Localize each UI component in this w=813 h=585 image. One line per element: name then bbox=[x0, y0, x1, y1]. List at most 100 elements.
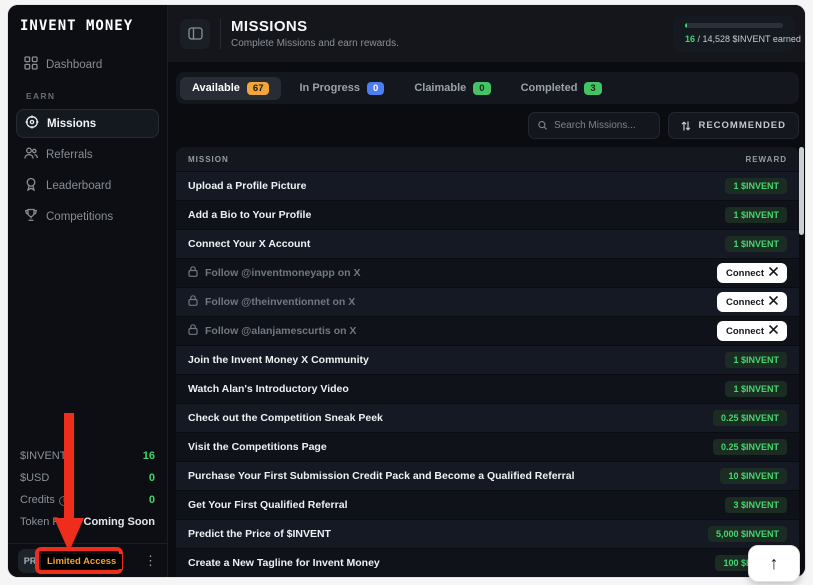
header-divider bbox=[220, 19, 221, 49]
reward-badge: 1 $INVENT bbox=[725, 381, 787, 397]
sort-label: RECOMMENDED bbox=[698, 120, 786, 131]
main-area: MISSIONS Complete Missions and earn rewa… bbox=[168, 5, 805, 577]
people-icon bbox=[24, 146, 38, 163]
stat-label: Creditsi bbox=[20, 494, 69, 506]
search-box[interactable] bbox=[528, 112, 660, 139]
table-header: MISSION REWARD bbox=[176, 147, 799, 171]
mission-row[interactable]: Follow @inventmoneyapp on X Connect bbox=[176, 258, 799, 287]
limited-access-badge: Limited Access bbox=[41, 554, 122, 569]
reward-badge: 3 $INVENT bbox=[725, 497, 787, 513]
trophy-icon bbox=[24, 208, 38, 225]
mission-title: Follow @theinventionnet on X bbox=[188, 295, 355, 309]
reward-badge: 1 $INVENT bbox=[725, 178, 787, 194]
mission-row[interactable]: Add a Bio to Your Profile1 $INVENT bbox=[176, 200, 799, 229]
earn-section-label: EARN bbox=[26, 91, 159, 101]
target-icon bbox=[25, 115, 39, 132]
missions-table: MISSION REWARD Upload a Profile Picture 1… bbox=[176, 147, 799, 577]
sidebar: INVENT MONEY DashboardEARNMissionsReferr… bbox=[8, 5, 168, 577]
sidebar-item-label: Dashboard bbox=[46, 59, 102, 71]
mission-title: Purchase Your First Submission Credit Pa… bbox=[188, 470, 575, 482]
sidebar-item-label: Referrals bbox=[46, 149, 93, 161]
up-arrow-icon: ↑ bbox=[770, 553, 779, 574]
sidebar-item-dashboard[interactable]: Dashboard bbox=[16, 50, 159, 79]
reward-badge: 5,000 $INVENT bbox=[708, 526, 787, 542]
mission-title: Check out the Competition Sneak Peek bbox=[188, 412, 383, 424]
stat-row: $INVENT 16 bbox=[20, 445, 155, 467]
reward-badge: 1 $INVENT bbox=[725, 236, 787, 252]
mission-title: Watch Alan's Introductory Video bbox=[188, 383, 349, 395]
page-header: MISSIONS Complete Missions and earn rewa… bbox=[168, 5, 805, 62]
earned-text: 16 / 14,528 $INVENT earned bbox=[685, 34, 783, 44]
scrollbar-thumb[interactable] bbox=[799, 147, 804, 235]
panel-icon bbox=[188, 27, 203, 40]
x-logo-icon bbox=[769, 267, 778, 279]
stat-value: 16 bbox=[143, 450, 155, 462]
stat-row: Creditsi0 bbox=[20, 489, 155, 511]
column-reward: REWARD bbox=[745, 155, 787, 164]
mission-tabs: Available 67 In Progress0 Claimable 0 Complet… bbox=[176, 72, 799, 104]
mission-title: Join the Invent Money X Community bbox=[188, 354, 369, 366]
tab-completed[interactable]: Completed3 bbox=[509, 77, 614, 100]
tab-in-progress[interactable]: In Progress0 bbox=[287, 77, 396, 100]
mission-title: Follow @alanjamescurtis on X bbox=[188, 324, 356, 338]
stat-label: $INVENT bbox=[20, 450, 66, 462]
sidebar-toggle-button[interactable] bbox=[180, 19, 210, 49]
search-input[interactable] bbox=[554, 120, 651, 131]
connect-x-button[interactable]: Connect bbox=[717, 321, 787, 341]
x-logo-icon bbox=[769, 296, 778, 308]
mission-row[interactable]: Predict the Price of $INVENT5,000 $INVEN… bbox=[176, 519, 799, 548]
connect-x-button[interactable]: Connect bbox=[717, 263, 787, 283]
scroll-to-top-button[interactable]: ↑ bbox=[748, 545, 800, 582]
stat-row: $USD0 bbox=[20, 467, 155, 489]
earned-progress-bar bbox=[685, 23, 783, 28]
mission-row[interactable]: Upload a Profile Picture 1 $INVENT bbox=[176, 171, 799, 200]
connect-x-button[interactable]: Connect bbox=[717, 292, 787, 312]
mission-title: Upload a Profile Picture bbox=[188, 180, 306, 192]
mission-row[interactable]: Create a New Tagline for Invent Money100… bbox=[176, 548, 799, 577]
annotation-arrow-shaft bbox=[64, 413, 74, 519]
x-logo-icon bbox=[769, 325, 778, 337]
mission-row[interactable]: Join the Invent Money X Community 1 $INVE… bbox=[176, 345, 799, 374]
mission-row[interactable]: Follow @theinventionnet on X Connect bbox=[176, 287, 799, 316]
sort-recommended-button[interactable]: RECOMMENDED bbox=[668, 112, 799, 139]
tab-label: In Progress bbox=[299, 82, 360, 94]
reward-badge: 10 $INVENT bbox=[720, 468, 787, 484]
sidebar-item-label: Missions bbox=[47, 118, 96, 130]
search-icon bbox=[538, 120, 547, 131]
mission-row[interactable]: Visit the Competitions Page 0.25 $INVENT bbox=[176, 432, 799, 461]
mission-row[interactable]: Watch Alan's Introductory Video 1 $INVENT bbox=[176, 374, 799, 403]
user-menu-icon[interactable]: ⋮ bbox=[144, 553, 157, 569]
lock-icon bbox=[188, 295, 198, 309]
sidebar-item-leaderboard[interactable]: Leaderboard bbox=[16, 171, 159, 200]
mission-row[interactable]: Check out the Competition Sneak Peek0.25… bbox=[176, 403, 799, 432]
mission-row[interactable]: Connect Your X Account1 $INVENT bbox=[176, 229, 799, 258]
tab-label: Available bbox=[192, 82, 240, 94]
sidebar-item-referrals[interactable]: Referrals bbox=[16, 140, 159, 169]
sidebar-stats: $INVENT 16 $USD0Creditsi0Token PriceComing… bbox=[8, 445, 167, 543]
column-mission: MISSION bbox=[188, 155, 229, 164]
title-block: MISSIONS Complete Missions and earn rewa… bbox=[231, 18, 399, 49]
tab-available[interactable]: Available 67 bbox=[180, 77, 281, 100]
table-body: Upload a Profile Picture 1 $INVENT Add a B… bbox=[176, 171, 799, 577]
tab-label: Claimable bbox=[414, 82, 466, 94]
mission-title: Follow @inventmoneyapp on X bbox=[188, 266, 361, 280]
sidebar-item-competitions[interactable]: Competitions bbox=[16, 202, 159, 231]
tab-count-badge: 67 bbox=[247, 82, 270, 95]
stat-label: $USD bbox=[20, 472, 49, 484]
reward-badge: 1 $INVENT bbox=[725, 352, 787, 368]
reward-badge: 0.25 $INVENT bbox=[713, 439, 787, 455]
mission-row[interactable]: Follow @alanjamescurtis on X Connect bbox=[176, 316, 799, 345]
sidebar-item-label: Leaderboard bbox=[46, 180, 111, 192]
page-subtitle: Complete Missions and earn rewards. bbox=[231, 38, 399, 49]
mission-title: Visit the Competitions Page bbox=[188, 441, 327, 453]
tab-claimable[interactable]: Claimable 0 bbox=[402, 77, 502, 100]
sidebar-item-missions[interactable]: Missions bbox=[16, 109, 159, 138]
page-title: MISSIONS bbox=[231, 18, 399, 35]
mission-toolbar: RECOMMENDED bbox=[176, 112, 799, 139]
app-window: INVENT MONEY DashboardEARNMissionsReferr… bbox=[8, 5, 805, 577]
tab-count-badge: 0 bbox=[473, 82, 490, 95]
mission-row[interactable]: Get Your First Qualified Referral3 $INVE… bbox=[176, 490, 799, 519]
mission-row[interactable]: Purchase Your First Submission Credit Pa… bbox=[176, 461, 799, 490]
stat-row: Token PriceComing Soon bbox=[20, 511, 155, 533]
sidebar-item-label: Competitions bbox=[46, 211, 113, 223]
